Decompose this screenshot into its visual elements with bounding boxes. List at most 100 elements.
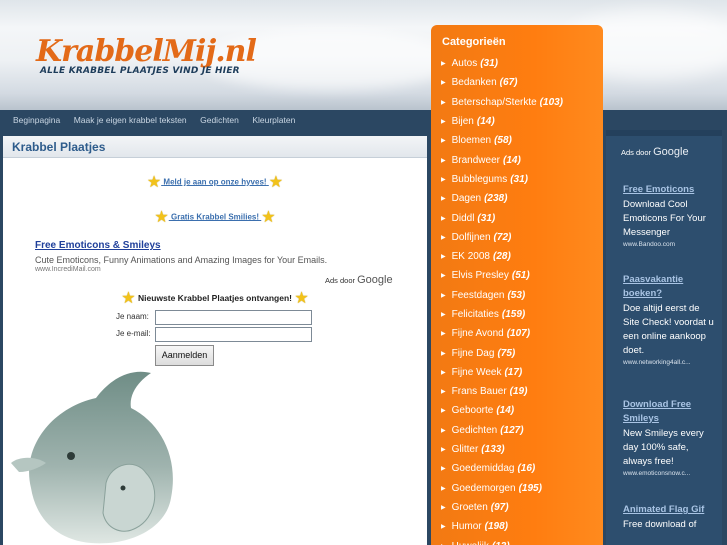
name-input[interactable]: [155, 310, 312, 325]
ads-by-google[interactable]: Ads door Google: [621, 146, 689, 158]
arrow-right-icon: ▶: [441, 80, 446, 87]
category-count: (159): [501, 309, 526, 320]
category-name: Brandweer: [451, 154, 500, 166]
category-name: Bubblegums: [451, 173, 508, 185]
side-ad-title[interactable]: Animated Flag Gif: [623, 503, 718, 517]
arrow-right-icon: ▶: [441, 254, 446, 261]
email-input[interactable]: [155, 327, 312, 342]
category-name: Diddl: [451, 212, 475, 224]
category-link[interactable]: ▶ Goedemiddag (16): [431, 459, 603, 478]
category-count: (17): [504, 366, 523, 378]
newsletter-heading: ★ Nieuwste Krabbel Plaatjes ontvangen! ★: [3, 288, 427, 308]
category-link[interactable]: ▶ Groeten (97): [431, 498, 603, 517]
category-count: (31): [480, 58, 498, 70]
side-ad: Download Free Smileys New Smileys every …: [623, 398, 718, 477]
category-link[interactable]: ▶ Fijne Dag (75): [431, 343, 603, 362]
star-icon: ★: [121, 290, 136, 307]
ad-url[interactable]: www.IncrediMail.com: [35, 266, 415, 273]
category-count: (58): [494, 135, 512, 147]
ads-by-google[interactable]: Ads door Google: [325, 274, 393, 286]
category-count: (103): [539, 96, 564, 108]
category-link[interactable]: ▶ Fijne Avond (107): [431, 324, 603, 343]
category-link[interactable]: ▶ Glitter (133): [431, 440, 603, 459]
star-icon: ★: [268, 174, 284, 191]
side-ad-url[interactable]: www.emoticonsnow.c...: [623, 470, 718, 477]
category-link[interactable]: ▶ Diddl (31): [431, 208, 603, 227]
category-count: (28): [493, 251, 511, 263]
category-link[interactable]: ▶ Bijen (14): [431, 112, 603, 131]
arrow-right-icon: ▶: [441, 61, 446, 68]
category-link[interactable]: ▶ Geboorte (14): [431, 401, 603, 420]
category-count: (14): [496, 405, 515, 417]
arrow-right-icon: ▶: [441, 215, 446, 222]
category-name: Dolfijnen: [451, 231, 491, 243]
category-link[interactable]: ▶ Autos (31): [431, 54, 603, 73]
category-link[interactable]: ▶ EK 2008 (28): [431, 247, 603, 266]
category-count: (19): [509, 386, 528, 398]
category-link[interactable]: ▶ Bloemen (58): [431, 131, 603, 150]
arrow-right-icon: ▶: [441, 176, 446, 183]
arrow-right-icon: ▶: [441, 196, 446, 203]
category-name: Geboorte: [451, 405, 494, 417]
ad-title-link[interactable]: Free Emoticons & Smileys: [35, 240, 415, 251]
category-count: (97): [490, 501, 509, 513]
category-name: Dagen: [451, 193, 482, 205]
nav-link-kleurplaten[interactable]: Kleurplaten: [252, 115, 295, 125]
side-ad-url[interactable]: www.Bandoo.com: [623, 241, 718, 248]
category-link[interactable]: ▶ Humor (198): [431, 517, 603, 536]
category-name: Humor: [451, 521, 482, 533]
hyves-promo-link[interactable]: ★ Meld je aan op onze hyves! ★: [3, 172, 427, 192]
category-link[interactable]: ▶ Dagen (238): [431, 189, 603, 208]
subscribe-button[interactable]: Aanmelden: [155, 345, 214, 366]
category-name: Bijen: [451, 116, 474, 128]
smilies-promo-link[interactable]: ★ Gratis Krabbel Smilies! ★: [3, 207, 427, 227]
nav-link-gedichten[interactable]: Gedichten: [200, 115, 239, 125]
arrow-right-icon: ▶: [441, 466, 446, 473]
star-icon: ★: [261, 209, 276, 226]
category-link[interactable]: ▶ Beterschap/Sterkte (103): [431, 93, 603, 112]
nav-link-beginpagina[interactable]: Beginpagina: [13, 115, 60, 125]
nav-link-teksten[interactable]: Maak je eigen krabbel teksten: [74, 115, 187, 125]
category-count: (31): [477, 212, 496, 224]
category-name: Groeten: [451, 501, 488, 513]
side-ad-desc: Free download of: [623, 519, 697, 530]
content-panel: Krabbel Plaatjes ★ Meld je aan op onze h…: [3, 136, 427, 545]
category-name: EK 2008: [451, 251, 490, 263]
category-name: Felicitaties: [451, 309, 499, 320]
ad-description: Cute Emoticons, Funny Animations and Ama…: [35, 255, 328, 265]
arrow-right-icon: ▶: [441, 350, 446, 357]
category-link[interactable]: ▶ Gedichten (127): [431, 421, 603, 440]
category-link[interactable]: ▶ Bubblegums (31): [431, 170, 603, 189]
category-link[interactable]: ▶ Brandweer (14): [431, 150, 603, 169]
category-link[interactable]: ▶Huwelijk(13): [431, 536, 603, 545]
arrow-right-icon: ▶: [441, 292, 446, 299]
site-logo[interactable]: KrabbelMij.nl: [36, 34, 257, 69]
category-name: Frans Bauer: [451, 386, 507, 398]
side-ad: Free Emoticons Download Cool Emoticons F…: [623, 183, 718, 248]
category-name: Goedemiddag: [451, 463, 515, 475]
side-ad-title[interactable]: Download Free Smileys: [623, 398, 718, 426]
category-count: (16): [517, 463, 536, 475]
category-count: (75): [497, 347, 516, 359]
category-link[interactable]: ▶ Frans Bauer (19): [431, 382, 603, 401]
ads-column: Ads door Google Free Emoticons Download …: [606, 136, 722, 545]
category-link[interactable]: ▶ Felicitaties (159): [431, 305, 603, 324]
category-link[interactable]: ▶ Fijne Week (17): [431, 363, 603, 382]
side-ad-url[interactable]: www.networking4all.c...: [623, 359, 718, 366]
star-icon: ★: [146, 174, 162, 191]
category-link[interactable]: ▶ Elvis Presley (51): [431, 266, 603, 285]
arrow-right-icon: ▶: [441, 485, 446, 492]
side-ad-title[interactable]: Paasvakantie boeken?: [623, 273, 718, 301]
category-link[interactable]: ▶ Goedemorgen (195): [431, 479, 603, 498]
category-count: (13): [492, 541, 510, 545]
category-name: Fijne Avond: [451, 328, 504, 340]
category-link[interactable]: ▶ Bedanken (67): [431, 73, 603, 92]
category-count: (198): [484, 521, 508, 533]
newsletter-heading-text: Nieuwste Krabbel Plaatjes ontvangen!: [138, 293, 292, 303]
category-name: Feestdagen: [451, 289, 505, 301]
category-name: Goedemorgen: [451, 482, 516, 494]
category-link[interactable]: ▶ Dolfijnen (72): [431, 228, 603, 247]
side-ad-title[interactable]: Free Emoticons: [623, 183, 718, 197]
arrow-right-icon: ▶: [441, 312, 446, 318]
category-link[interactable]: ▶ Feestdagen (53): [431, 286, 603, 305]
